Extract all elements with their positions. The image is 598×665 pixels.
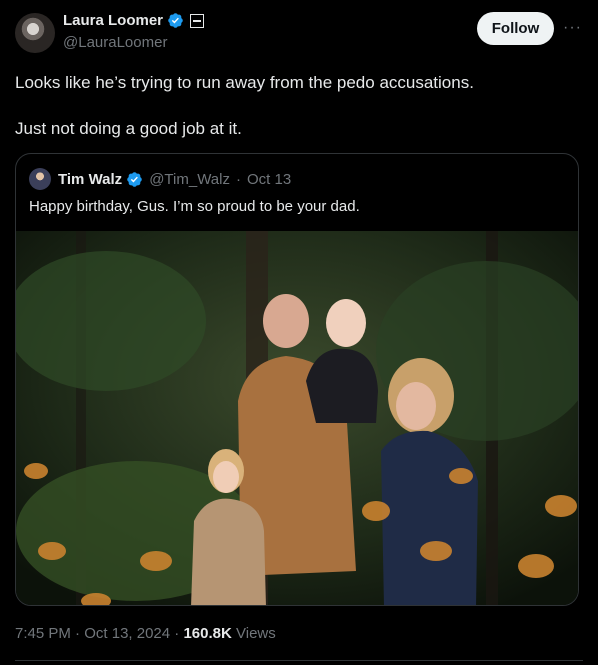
author-name-row: Laura Loomer [63,12,205,29]
quoted-header: Tim Walz @Tim_Walz · Oct 13 [29,168,291,190]
quoted-tweet-card[interactable]: Tim Walz @Tim_Walz · Oct 13 Happy birthd… [15,153,579,606]
tweet-date[interactable]: Oct 13, 2024 [84,625,170,642]
quoted-date: Oct 13 [246,170,292,188]
quoted-photo[interactable] [16,231,579,606]
tweet-time[interactable]: 7:45 PM [15,625,71,642]
tweet-text: Looks like he’s trying to run away from … [15,73,474,138]
quoted-text: Happy birthday, Gus. I’m so proud to be … [29,198,360,215]
verified-badge-icon [168,13,183,28]
divider [15,660,583,661]
more-options-icon[interactable]: ··· [563,19,582,37]
quoted-display-name: Tim Walz [58,170,123,188]
affiliation-badge-icon [190,13,205,28]
timestamp-separator: · [75,625,81,642]
follow-button[interactable]: Follow [477,12,554,45]
verified-badge-icon [127,171,142,187]
quoted-handle: @Tim_Walz [149,170,230,188]
views-label: Views [236,625,276,642]
quoted-separator: · [235,170,241,188]
quoted-avatar [29,168,51,190]
author-handle[interactable]: @LauraLoomer [63,34,167,51]
timestamp-separator: · [174,625,180,642]
author-avatar[interactable] [15,13,55,53]
author-display-name[interactable]: Laura Loomer [63,12,163,29]
tweet-timestamp-row: 7:45 PM · Oct 13, 2024 · 160.8K Views [15,625,276,642]
views-count: 160.8K [183,625,232,642]
